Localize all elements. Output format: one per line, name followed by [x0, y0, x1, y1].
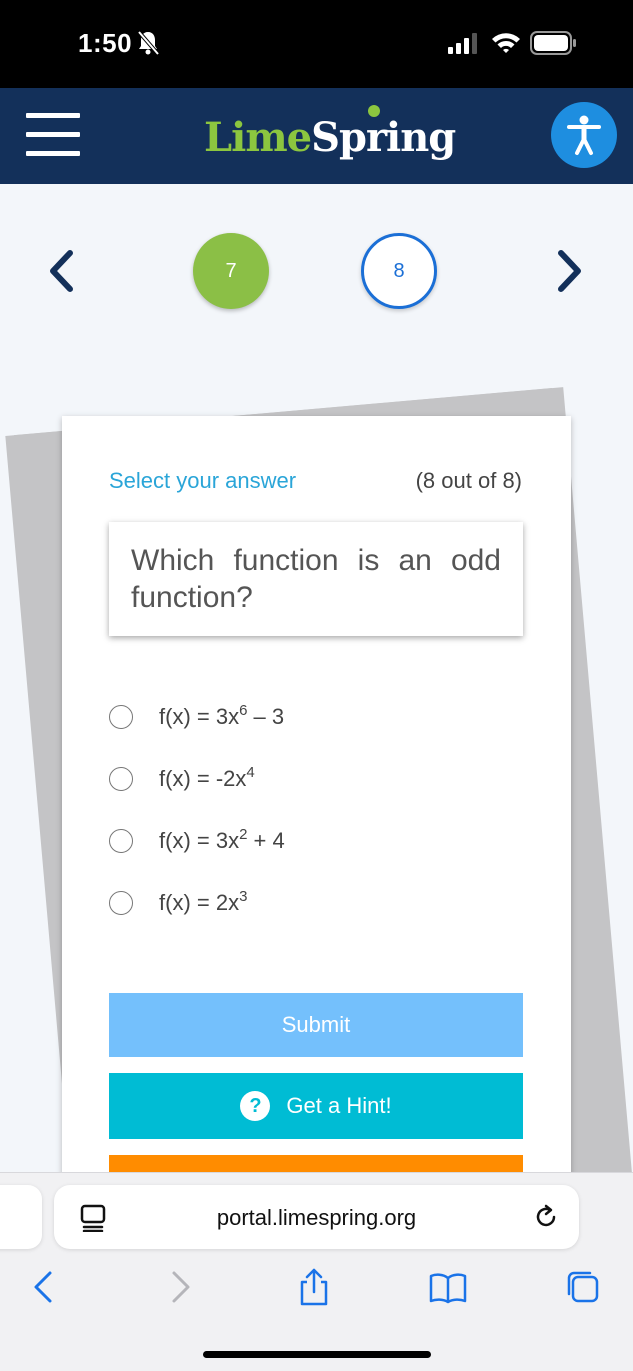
question-8-button[interactable]: 8: [361, 233, 437, 309]
accessibility-button[interactable]: [551, 102, 617, 168]
radio-button[interactable]: [109, 829, 133, 853]
chevron-left-icon[interactable]: [44, 248, 78, 294]
option-label: f(x) = 3x2 + 4: [159, 826, 285, 853]
status-time: 1:50: [78, 28, 133, 58]
limespring-logo: LimeSpring: [204, 114, 456, 161]
previous-tab-peek[interactable]: [0, 1185, 42, 1249]
tabs-icon[interactable]: [563, 1267, 603, 1307]
hamburger-menu-icon[interactable]: [26, 113, 80, 157]
option-label: f(x) = 2x3: [159, 888, 248, 915]
get-hint-button[interactable]: ? Get a Hint!: [109, 1073, 523, 1139]
answer-prompt: Select your answer: [109, 468, 297, 493]
answer-option-2[interactable]: f(x) = -2x4: [109, 748, 523, 810]
cellular-signal-icon: [448, 33, 477, 54]
logo-text-lime: Lime: [204, 114, 312, 161]
logo-text-spring: Spring: [311, 114, 456, 161]
reload-icon[interactable]: [533, 1204, 559, 1230]
back-icon[interactable]: [24, 1267, 64, 1307]
question-7-button[interactable]: 7: [193, 233, 269, 309]
answer-option-1[interactable]: f(x) = 3x6 – 3: [109, 686, 523, 748]
chevron-right-icon[interactable]: [553, 248, 587, 294]
answer-option-4[interactable]: f(x) = 2x3: [109, 872, 523, 934]
bookmarks-icon[interactable]: [428, 1267, 468, 1307]
accessibility-person-icon: [567, 115, 601, 155]
bell-muted-icon: [137, 30, 160, 56]
question-mark-icon: ?: [240, 1091, 271, 1121]
wifi-icon: [492, 33, 520, 53]
share-icon[interactable]: [294, 1267, 334, 1307]
address-bar[interactable]: portal.limespring.org: [54, 1185, 579, 1249]
browser-toolbar: portal.limespring.org: [0, 1172, 633, 1371]
home-indicator: [203, 1351, 431, 1358]
submit-button[interactable]: Submit: [109, 993, 523, 1057]
app-header: LimeSpring: [0, 88, 633, 184]
radio-button[interactable]: [109, 891, 133, 915]
battery-icon: [530, 31, 576, 55]
option-label: f(x) = -2x4: [159, 764, 255, 791]
question-progress: (8 out of 8): [415, 468, 522, 493]
logo-dot: [368, 105, 380, 117]
radio-button[interactable]: [109, 767, 133, 791]
forward-icon[interactable]: [160, 1267, 200, 1307]
answer-option-3[interactable]: f(x) = 3x2 + 4: [109, 810, 523, 872]
url-text: portal.limespring.org: [216, 1205, 417, 1230]
answer-options: f(x) = 3x6 – 3 f(x) = -2x4 f(x) = 3x2 + …: [109, 686, 523, 934]
radio-button[interactable]: [109, 705, 133, 729]
status-bar: 1:50: [0, 0, 633, 88]
question-text: Which function is an odd function?: [109, 522, 523, 636]
option-label: f(x) = 3x6 – 3: [159, 702, 285, 729]
hint-label: Get a Hint!: [286, 1093, 392, 1118]
